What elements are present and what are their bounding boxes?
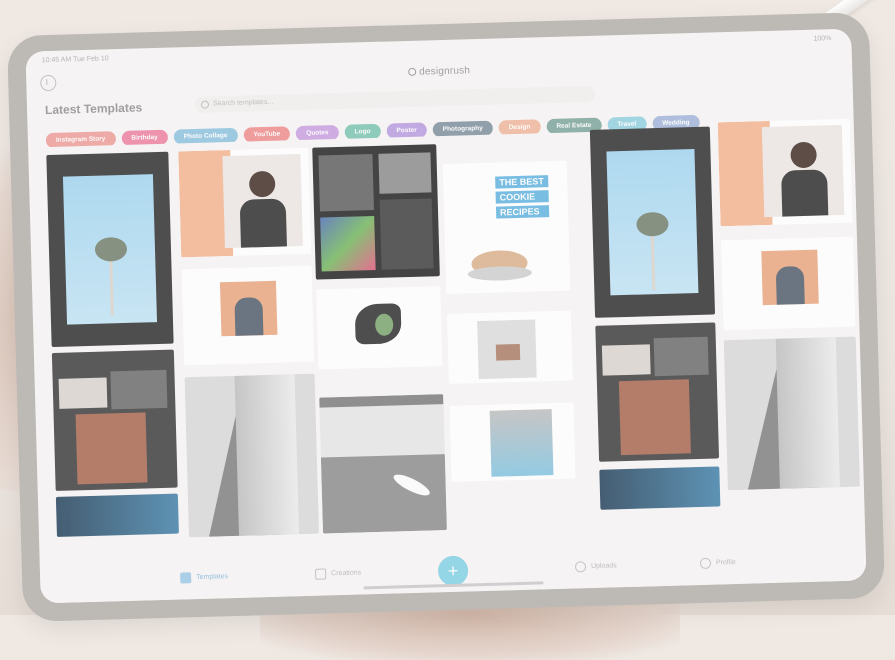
- template-card-portrait-orange[interactable]: [178, 147, 312, 258]
- template-card-bridge-bw[interactable]: [184, 373, 319, 538]
- templates-icon: [180, 572, 192, 584]
- cookie-title-block: THE BEST COOKIE RECIPES: [495, 175, 549, 219]
- category-chip[interactable]: Instagram Story: [45, 131, 116, 148]
- cookie-line-3: RECIPES: [495, 205, 549, 219]
- template-card-collage-dark-2[interactable]: [595, 322, 720, 462]
- template-card-pool[interactable]: [449, 402, 576, 482]
- template-card-woman-sitting[interactable]: [446, 310, 573, 384]
- template-grid: THE BEST COOKIE RECIPES: [46, 118, 860, 559]
- tab-uploads-label: Uploads: [590, 562, 617, 571]
- tab-creations[interactable]: Creations: [314, 566, 362, 581]
- status-time: 10:45 AM Tue Feb 10: [41, 55, 109, 65]
- category-chip[interactable]: Photography: [432, 120, 494, 138]
- template-card-collage-dark[interactable]: [51, 349, 178, 491]
- tab-profile-label: Profile: [715, 559, 736, 567]
- template-card-leaf-illustration[interactable]: [316, 286, 443, 370]
- category-chip[interactable]: Birthday: [121, 129, 168, 146]
- app-screen: 10:45 AM Tue Feb 10 100% designrush Late…: [25, 28, 867, 604]
- palm-photo-2: [606, 148, 699, 296]
- search-icon: [200, 100, 210, 109]
- category-chip[interactable]: Photo Collage: [173, 127, 238, 145]
- creations-icon: [314, 568, 327, 580]
- tab-uploads[interactable]: Uploads: [574, 559, 617, 574]
- logo-text: designrush: [419, 65, 471, 78]
- tab-profile[interactable]: Profile: [699, 556, 736, 571]
- template-card-man-portrait-2[interactable]: [720, 236, 856, 331]
- cookie-line-2: COOKIE: [495, 190, 549, 204]
- app-logo: designrush: [408, 65, 470, 78]
- uploads-icon: [574, 561, 587, 573]
- template-card-palm-story[interactable]: [46, 151, 174, 348]
- status-battery: 100%: [813, 35, 832, 43]
- logo-mark-icon: [408, 67, 417, 76]
- palm-photo: [62, 174, 158, 325]
- template-card-blue-gradient[interactable]: [55, 493, 179, 537]
- grid-column-2: [178, 147, 319, 555]
- template-card-blue-gradient-2[interactable]: [599, 466, 721, 510]
- grid-column-5: [589, 126, 721, 544]
- tablet-device: 10:45 AM Tue Feb 10 100% designrush Late…: [6, 12, 886, 622]
- category-chip[interactable]: Logo: [344, 123, 381, 140]
- cookie-line-1: THE BEST: [495, 175, 548, 189]
- template-card-palm-story-2[interactable]: [589, 126, 716, 318]
- grid-column-4: THE BEST COOKIE RECIPES: [442, 141, 577, 548]
- create-button[interactable]: +: [437, 555, 469, 587]
- page-title: Latest Templates: [44, 100, 143, 118]
- grid-column-3: [312, 144, 447, 551]
- tab-creations-label: Creations: [331, 569, 362, 578]
- tab-templates[interactable]: Templates: [180, 570, 228, 585]
- profile-icon: [699, 557, 712, 570]
- template-card-man-portrait[interactable]: [181, 265, 315, 366]
- grid-column-1: [46, 151, 179, 559]
- template-card-cookie-recipes[interactable]: THE BEST COOKIE RECIPES: [442, 160, 571, 294]
- category-chip[interactable]: Quotes: [296, 124, 339, 142]
- category-chip[interactable]: Design: [498, 119, 541, 136]
- category-chip[interactable]: YouTube: [243, 126, 291, 143]
- template-card-bridge-bw-2[interactable]: [723, 336, 860, 491]
- grid-column-6: [717, 118, 861, 541]
- info-icon[interactable]: [40, 74, 57, 92]
- template-card-portrait-orange-2[interactable]: [717, 118, 853, 227]
- template-card-portrait-grid[interactable]: [312, 144, 440, 280]
- search-placeholder: Search templates...: [212, 98, 274, 108]
- template-card-surfboard[interactable]: [319, 394, 447, 534]
- category-chip[interactable]: Poster: [386, 122, 427, 139]
- tab-templates-label: Templates: [196, 573, 229, 582]
